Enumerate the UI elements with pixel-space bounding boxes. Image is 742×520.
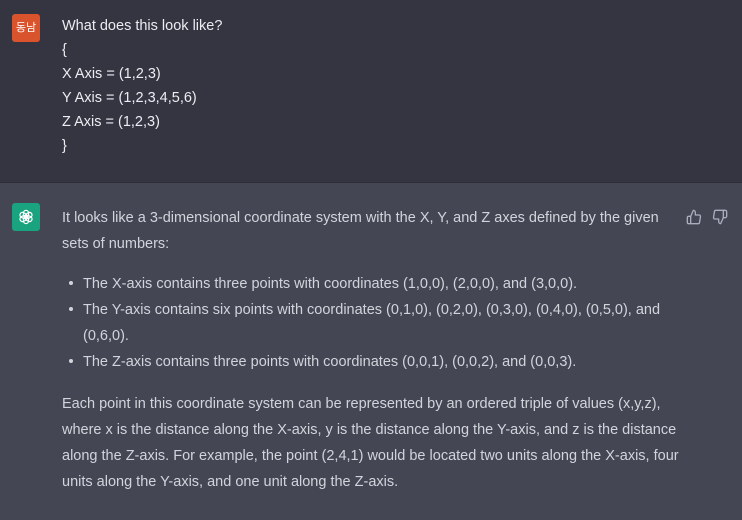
user-message-text: What does this look like? { X Axis = (1,… bbox=[62, 14, 222, 158]
user-message-line: } bbox=[62, 138, 67, 154]
assistant-message-text: It looks like a 3-dimensional coordinate… bbox=[62, 205, 680, 495]
user-message-line: { bbox=[62, 42, 67, 58]
list-item: The Y-axis contains six points with coor… bbox=[69, 297, 680, 349]
user-message-line: Y Axis = (1,2,3,4,5,6) bbox=[62, 90, 197, 106]
user-avatar: 동남 bbox=[12, 14, 40, 42]
user-message: 동남 What does this look like? { X Axis = … bbox=[0, 0, 742, 183]
assistant-intro: It looks like a 3-dimensional coordinate… bbox=[62, 210, 659, 252]
assistant-closing: Each point in this coordinate system can… bbox=[62, 396, 679, 490]
feedback-actions bbox=[686, 209, 728, 225]
thumbs-down-icon[interactable] bbox=[712, 209, 728, 225]
user-message-line: Z Axis = (1,2,3) bbox=[62, 114, 160, 130]
user-message-line: What does this look like? bbox=[62, 18, 223, 34]
assistant-message: It looks like a 3-dimensional coordinate… bbox=[0, 183, 742, 520]
openai-logo-icon bbox=[12, 203, 40, 231]
user-message-line: X Axis = (1,2,3) bbox=[62, 66, 161, 82]
thumbs-up-icon[interactable] bbox=[686, 209, 702, 225]
list-item: The X-axis contains three points with co… bbox=[69, 271, 680, 297]
assistant-bullet-list: The X-axis contains three points with co… bbox=[62, 271, 680, 375]
list-item: The Z-axis contains three points with co… bbox=[69, 349, 680, 375]
